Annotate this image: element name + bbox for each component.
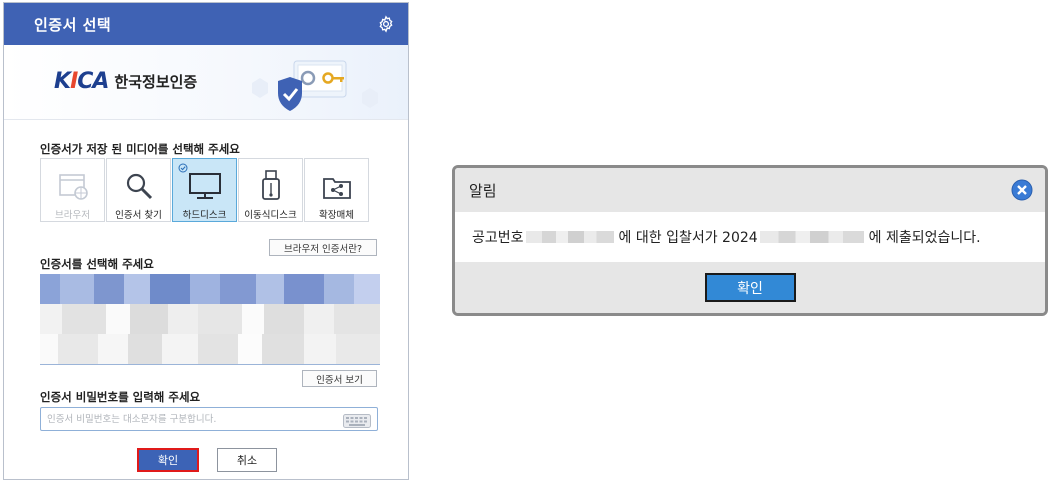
media-section-label: 인증서가 저장 된 미디어를 선택해 주세요 — [40, 142, 240, 156]
media-hard-disk[interactable]: 하드디스크 — [172, 158, 237, 222]
cancel-button[interactable]: 취소 — [217, 448, 277, 472]
virtual-keyboard-icon[interactable] — [343, 413, 371, 432]
alert-dialog: 알림 공고번호 에 대한 입찰서가 2024 에 제출되었습니다. 확인 — [452, 165, 1048, 316]
redacted-datetime — [759, 231, 864, 243]
media-removable-disk[interactable]: 이동식디스크 — [238, 158, 303, 222]
kica-logo: KICA 한국정보인증 — [54, 69, 198, 94]
message-text-2: 에 대한 입찰서가 2024 — [618, 230, 758, 246]
check-circle-icon — [178, 163, 188, 176]
close-icon[interactable] — [1011, 179, 1033, 201]
share-folder-icon — [321, 161, 353, 201]
gear-icon[interactable] — [376, 14, 396, 34]
password-label: 인증서 비밀번호를 입력해 주세요 — [40, 390, 201, 404]
media-find-cert[interactable]: 인증서 찾기 — [106, 158, 171, 222]
logo-korean-text: 한국정보인증 — [114, 73, 198, 91]
message-text-3: 에 제출되었습니다. — [868, 230, 981, 246]
view-certificate-button[interactable]: 인증서 보기 — [302, 370, 377, 387]
redacted-notice-number — [525, 231, 614, 243]
media-extended[interactable]: 확장매체 — [304, 158, 369, 222]
alert-title: 알림 — [469, 181, 497, 200]
media-selector: 브라우저 인증서 찾기 하드디스크 이동식디스크 확장매체 — [40, 158, 370, 222]
alert-ok-button[interactable]: 확인 — [704, 273, 796, 302]
dialog-title-bar: 인증서 선택 — [4, 3, 408, 45]
brand-banner: KICA 한국정보인증 — [4, 45, 408, 120]
message-text-1: 공고번호 — [472, 230, 524, 246]
certificate-dialog: 인증서 선택 KICA 한국정보인증 인증서가 저장 된 미디어를 선택해 주세… — [3, 2, 409, 480]
certificate-row-selected[interactable] — [40, 274, 380, 304]
browser-icon — [56, 161, 90, 201]
cert-list-label: 인증서를 선택해 주세요 — [40, 257, 154, 271]
alert-message: 공고번호 에 대한 입찰서가 2024 에 제출되었습니다. — [455, 212, 1045, 262]
certificate-list[interactable] — [40, 274, 380, 365]
confirm-button[interactable]: 확인 — [137, 448, 199, 472]
usb-icon — [259, 161, 283, 201]
dialog-title: 인증서 선택 — [34, 15, 112, 34]
alert-footer: 확인 — [455, 262, 1045, 313]
password-field[interactable] — [40, 407, 378, 431]
password-input[interactable] — [45, 412, 339, 426]
security-illustration-icon — [252, 60, 378, 111]
certificate-row[interactable] — [40, 304, 380, 334]
magnifier-icon — [124, 161, 154, 201]
certificate-row[interactable] — [40, 334, 380, 364]
media-browser[interactable]: 브라우저 — [40, 158, 105, 222]
browser-cert-info-button[interactable]: 브라우저 인증서란? — [269, 239, 377, 256]
alert-header: 알림 — [455, 168, 1045, 212]
monitor-icon — [187, 161, 223, 201]
